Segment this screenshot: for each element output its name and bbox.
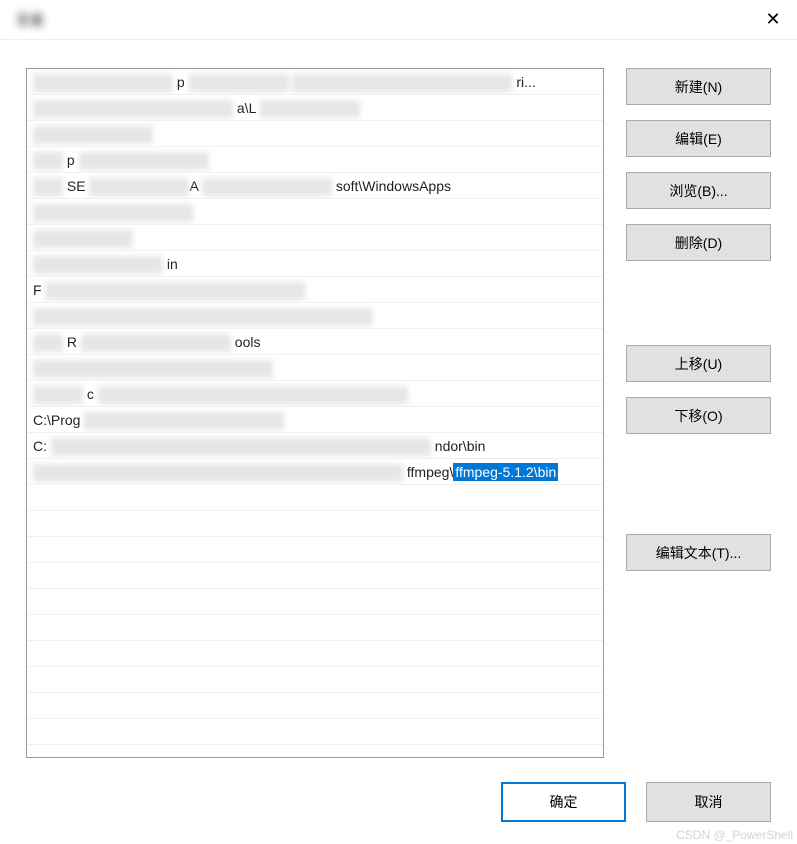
move-up-button[interactable]: 上移(U) (626, 345, 771, 382)
list-item[interactable]: x p xxxx (27, 147, 603, 173)
list-item[interactable]: xxxx (27, 355, 603, 381)
window-title: 变量 (16, 10, 44, 30)
list-item[interactable]: xxxx a\L xxxx (27, 95, 603, 121)
watermark-text: CSDN @_PowerShell (676, 828, 793, 842)
selected-path-text: ffmpeg-5.1.2\bin (453, 463, 558, 481)
browse-button[interactable]: 浏览(B)... (626, 172, 771, 209)
list-item[interactable]: xxxx in (27, 251, 603, 277)
path-listbox[interactable]: xxxxx p xxxx xxxx ri... xxxx a\L xxxx xx… (26, 68, 604, 758)
list-item[interactable]: C:\Prog xxxx (27, 407, 603, 433)
list-item[interactable]: x c xxxx (27, 381, 603, 407)
list-item[interactable] (27, 667, 603, 693)
list-item[interactable] (27, 537, 603, 563)
list-item[interactable] (27, 563, 603, 589)
list-item[interactable] (27, 615, 603, 641)
list-item[interactable] (27, 511, 603, 537)
list-item-selected[interactable]: xxxx ffmpeg\ffmpeg-5.1.2\bin (27, 459, 603, 485)
titlebar: 变量 ✕ (0, 0, 797, 40)
delete-button[interactable]: 删除(D) (626, 224, 771, 261)
ok-button[interactable]: 确定 (501, 782, 626, 822)
list-item[interactable] (27, 641, 603, 667)
cancel-button[interactable]: 取消 (646, 782, 771, 822)
list-item[interactable] (27, 589, 603, 615)
list-item[interactable]: xxxx (27, 121, 603, 147)
edit-button[interactable]: 编辑(E) (626, 120, 771, 157)
list-item[interactable] (27, 485, 603, 511)
close-icon[interactable]: ✕ (757, 4, 789, 36)
footer-buttons: 确定 取消 (501, 782, 771, 822)
move-down-button[interactable]: 下移(O) (626, 397, 771, 434)
edit-text-button[interactable]: 编辑文本(T)... (626, 534, 771, 571)
list-item[interactable]: F xxxx (27, 277, 603, 303)
list-item[interactable]: xxxx (27, 225, 603, 251)
list-item[interactable] (27, 693, 603, 719)
list-item[interactable]: xxxx (27, 303, 603, 329)
list-item[interactable]: x R xxxx ools (27, 329, 603, 355)
dialog-body: xxxxx p xxxx xxxx ri... xxxx a\L xxxx xx… (0, 40, 797, 778)
list-item[interactable]: x SE xxA xxxx soft\WindowsApps (27, 173, 603, 199)
list-item[interactable]: xxxxx p xxxx xxxx ri... (27, 69, 603, 95)
list-item[interactable]: C: xxxx ndor\bin (27, 433, 603, 459)
list-item[interactable]: xxxx (27, 199, 603, 225)
list-item[interactable] (27, 719, 603, 745)
new-button[interactable]: 新建(N) (626, 68, 771, 105)
side-button-column: 新建(N) 编辑(E) 浏览(B)... 删除(D) 上移(U) 下移(O) 编… (626, 68, 771, 758)
